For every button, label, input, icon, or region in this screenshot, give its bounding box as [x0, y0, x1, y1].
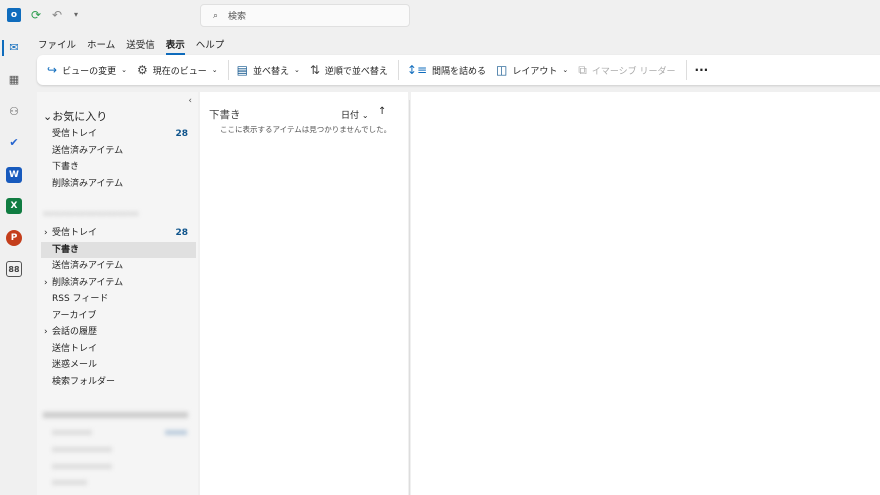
folder-rss[interactable]: RSS フィード: [41, 291, 196, 307]
blurred-folder: [52, 430, 92, 435]
account-name[interactable]: ••••••••••••••••••: [43, 210, 188, 220]
favorites-header[interactable]: ⌄お気に入り: [43, 108, 107, 124]
folder-junk[interactable]: 迷惑メール: [41, 357, 196, 373]
immersive-reader-button[interactable]: ⧉ イマーシブ リーダー: [578, 63, 675, 78]
current-view-button[interactable]: ⚙ 現在のビュー ⌄: [137, 63, 218, 77]
empty-message: ここに表示するアイテムは見つかりませんでした。: [220, 125, 392, 134]
folder-deleted[interactable]: › 削除済みアイテム: [41, 275, 196, 291]
reading-pane: [411, 92, 880, 495]
sort-icon: ▤: [236, 63, 248, 77]
folder-inbox[interactable]: › 受信トレイ 28: [41, 225, 196, 241]
folder-outbox[interactable]: 送信トレイ: [41, 341, 196, 357]
favorite-drafts[interactable]: 下書き: [41, 159, 196, 175]
blurred-folder: [52, 464, 112, 469]
folder-drafts[interactable]: 下書き: [41, 242, 196, 258]
folder-search[interactable]: 検索フォルダー: [41, 374, 196, 390]
menu-tabs: ファイル ホーム 送受信 表示 ヘルプ: [38, 37, 224, 55]
change-view-button[interactable]: ↪ ビューの変更 ⌄: [47, 63, 127, 77]
tab-send-receive[interactable]: 送受信: [126, 37, 155, 55]
change-view-icon: ↪: [47, 63, 58, 77]
search-icon: ⌕: [213, 10, 219, 21]
list-folder-title: 下書き: [209, 109, 241, 121]
sort-button[interactable]: ▤ 並べ替え ⌄: [237, 63, 300, 77]
sync-icon[interactable]: ⟳: [29, 8, 43, 22]
folder-conversation-history[interactable]: › 会話の履歴: [41, 324, 196, 340]
tab-view[interactable]: 表示: [165, 37, 185, 55]
sort-by-date-button[interactable]: 日付 ⌄: [341, 108, 369, 121]
blurred-folder: [52, 480, 87, 485]
reverse-sort-icon: ⇅: [309, 63, 320, 77]
outlook-icon: o: [7, 8, 21, 22]
layout-button[interactable]: ◫ レイアウト ⌄: [496, 63, 568, 77]
immersive-reader-icon: ⧉: [578, 62, 587, 77]
message-list: 下書き 日付 ⌄ ↑ ここに表示するアイテムは見つかりませんでした。: [200, 92, 408, 495]
search-input[interactable]: ⌕ 検索: [200, 4, 410, 27]
customize-quick-access-icon[interactable]: ▾: [69, 8, 83, 22]
tab-file[interactable]: ファイル: [38, 37, 76, 55]
favorite-sent[interactable]: 送信済みアイテム: [41, 143, 196, 159]
tab-help[interactable]: ヘルプ: [196, 37, 225, 55]
excel-icon[interactable]: X: [6, 198, 22, 214]
pane-divider[interactable]: [409, 100, 410, 495]
layout-icon: ◫: [496, 63, 508, 77]
blurred-account-2: [43, 412, 188, 418]
line-spacing-icon: ↕≡: [406, 63, 428, 77]
folder-archive[interactable]: アーカイブ: [41, 308, 196, 324]
more-options-button[interactable]: ···: [695, 63, 709, 77]
ribbon: ↪ ビューの変更 ⌄ ⚙ 現在のビュー ⌄ ▤ 並べ替え ⌄ ⇅ 逆順で並べ替え ↕≡ 間隔を詰…: [37, 55, 880, 85]
tab-home[interactable]: ホーム: [87, 37, 115, 55]
sort-direction-icon[interactable]: ↑: [378, 106, 386, 117]
todo-icon[interactable]: ✔: [6, 135, 22, 151]
calendar-icon[interactable]: ▦: [6, 72, 22, 88]
word-icon[interactable]: W: [6, 167, 22, 183]
app-rail: ✉ ▦ ⚇ ✔ W X P 88: [0, 32, 28, 495]
folder-pane: ‹ ⌄お気に入り 受信トレイ 28 送信済みアイテム 下書き 削除済みアイテム •…: [37, 92, 198, 495]
apps-icon[interactable]: 88: [6, 261, 22, 277]
favorite-inbox[interactable]: 受信トレイ 28: [41, 126, 196, 142]
folder-sent[interactable]: 送信済みアイテム: [41, 258, 196, 274]
reverse-sort-button[interactable]: ⇅ 逆順で並べ替え: [310, 63, 388, 77]
chevron-down-icon: ⌄: [43, 110, 53, 123]
people-icon[interactable]: ⚇: [6, 104, 22, 120]
favorite-deleted[interactable]: 削除済みアイテム: [41, 176, 196, 192]
powerpoint-icon[interactable]: P: [6, 230, 22, 246]
blurred-folder: [52, 447, 112, 452]
gear-icon: ⚙: [136, 63, 148, 77]
compact-spacing-button[interactable]: ↕≡ 間隔を詰める: [407, 63, 486, 77]
title-bar: o ⟳ ↶ ▾ ⌕ 検索: [0, 0, 880, 32]
undo-icon[interactable]: ↶: [50, 8, 64, 22]
mail-icon[interactable]: ✉: [6, 40, 22, 56]
blurred-count: [165, 430, 187, 435]
collapse-pane-icon[interactable]: ‹: [188, 96, 192, 106]
